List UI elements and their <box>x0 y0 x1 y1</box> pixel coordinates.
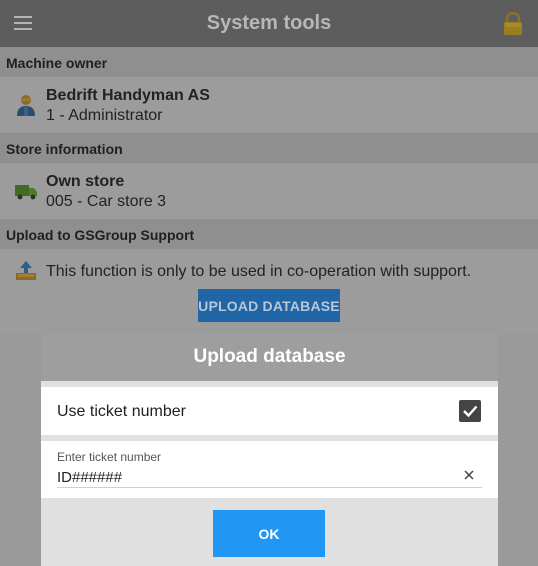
owner-role: 1 - Administrator <box>46 107 163 124</box>
store-detail: 005 - Car store 3 <box>46 193 167 210</box>
store-name: Own store <box>46 173 125 190</box>
clear-icon[interactable] <box>462 468 476 482</box>
checkmark-icon <box>463 405 478 418</box>
app-bar: System tools <box>0 0 538 47</box>
section-header-store-information: Store information <box>0 133 538 163</box>
dialog-title: Upload database <box>41 333 498 381</box>
truck-icon <box>15 185 37 200</box>
ticket-number-label: Enter ticket number <box>57 450 162 464</box>
section-header-machine-owner: Machine owner <box>0 47 538 77</box>
machine-owner-row: Bedrift Handyman AS 1 - Administrator <box>0 77 538 133</box>
upload-database-dialog: Upload database Use ticket number Enter … <box>41 333 498 566</box>
ticket-number-field: Enter ticket number <box>41 441 498 498</box>
use-ticket-label: Use ticket number <box>57 403 186 420</box>
use-ticket-checkbox[interactable] <box>459 400 481 422</box>
upload-database-button[interactable]: UPLOAD DATABASE <box>198 289 340 322</box>
ok-button[interactable]: OK <box>213 510 325 557</box>
upload-icon <box>16 261 36 280</box>
lock-icon[interactable] <box>502 12 524 36</box>
ticket-number-input[interactable] <box>57 467 417 487</box>
page-title: System tools <box>206 12 332 34</box>
section-header-upload-support: Upload to GSGroup Support <box>0 219 538 249</box>
user-icon <box>17 95 35 116</box>
store-information-row: Own store 005 - Car store 3 <box>0 163 538 219</box>
owner-name: Bedrift Handyman AS <box>46 87 210 104</box>
upload-info-text: This function is only to be used in co-o… <box>46 263 472 280</box>
use-ticket-row[interactable]: Use ticket number <box>41 387 498 435</box>
input-underline <box>57 487 482 488</box>
